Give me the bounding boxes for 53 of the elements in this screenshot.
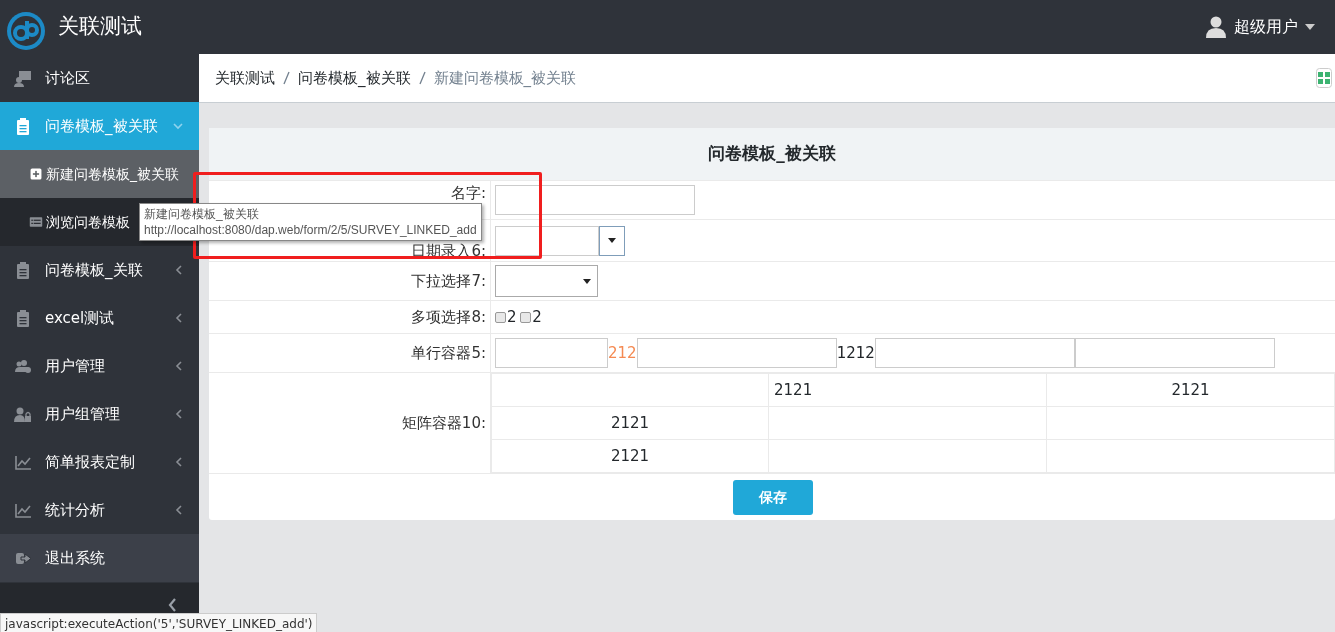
user-menu[interactable]: 超级用户 — [1206, 15, 1315, 39]
field-label: 下拉选择7: — [411, 272, 486, 290]
field-text: 212 — [608, 342, 637, 364]
submenu-item[interactable]: 新建问卷模板_被关联 — [0, 150, 199, 198]
sidebar-item[interactable]: 用户管理 — [0, 342, 199, 390]
caret-icon — [1305, 24, 1315, 30]
dropdown-field[interactable] — [495, 265, 598, 297]
checkbox-option[interactable]: 2 — [495, 305, 517, 329]
status-bar: javascript:executeAction('5','SURVEY_LINKED_add') — [0, 613, 318, 632]
sidebar-item[interactable]: 统计分析 — [0, 486, 199, 534]
form-title: 问卷模板_被关联 — [209, 128, 1335, 180]
breadcrumb-current: 新建问卷模板_被关联 — [433, 67, 576, 89]
table-cell: 2121 — [768, 373, 1047, 407]
dropdown-arrow-icon — [608, 238, 616, 243]
logo-icon — [6, 10, 46, 51]
breadcrumb-separator-icon — [283, 71, 290, 85]
input-field[interactable] — [1074, 338, 1275, 368]
user-lock-icon — [14, 405, 32, 423]
users-icon — [14, 357, 32, 375]
field-label: 单行容器5: — [411, 344, 486, 362]
breadcrumb-link[interactable]: 关联测试 — [215, 66, 275, 90]
sidebar-item[interactable]: 退出系统 — [0, 534, 199, 582]
sidebar-item[interactable]: excel测试 — [0, 294, 199, 342]
field-label: 多项选择8: — [411, 308, 486, 326]
table-cell: 2121 — [491, 406, 769, 440]
dropdown-arrow-icon — [583, 278, 591, 284]
input-field[interactable] — [495, 338, 608, 368]
breadcrumb-separator-icon — [418, 71, 426, 85]
input-field[interactable] — [874, 338, 1075, 368]
clipboard-icon — [14, 309, 32, 327]
checkbox-option[interactable]: 2 — [520, 305, 542, 329]
table-cell: 2121 — [1046, 373, 1335, 407]
input-field[interactable] — [495, 185, 695, 215]
field-text: 1212 — [836, 342, 875, 364]
sidebar-item[interactable]: 讨论区 — [0, 54, 199, 102]
table-cell: 2121 — [491, 439, 769, 473]
sidebar-item[interactable]: 简单报表定制 — [0, 438, 199, 486]
sidebar-item[interactable]: 问卷模板_关联 — [0, 246, 199, 294]
input-field[interactable] — [636, 338, 837, 368]
app-title: 关联测试 — [58, 13, 142, 41]
clipboard-icon — [14, 117, 32, 135]
date-field[interactable] — [495, 225, 625, 256]
user-icon — [1206, 16, 1226, 38]
breadcrumb-link[interactable]: 问卷模板_被关联 — [298, 66, 411, 90]
chat-icon — [14, 69, 32, 87]
chart-icon — [14, 501, 32, 519]
field-label: 名字: — [450, 184, 486, 202]
clipboard-icon — [14, 261, 32, 279]
collapse-icon[interactable] — [168, 598, 177, 612]
sidebar-item[interactable]: 用户组管理 — [0, 390, 199, 438]
field-label: 矩阵容器10: — [401, 414, 486, 432]
chart-icon — [14, 453, 32, 471]
grid-icon[interactable] — [1316, 68, 1332, 88]
